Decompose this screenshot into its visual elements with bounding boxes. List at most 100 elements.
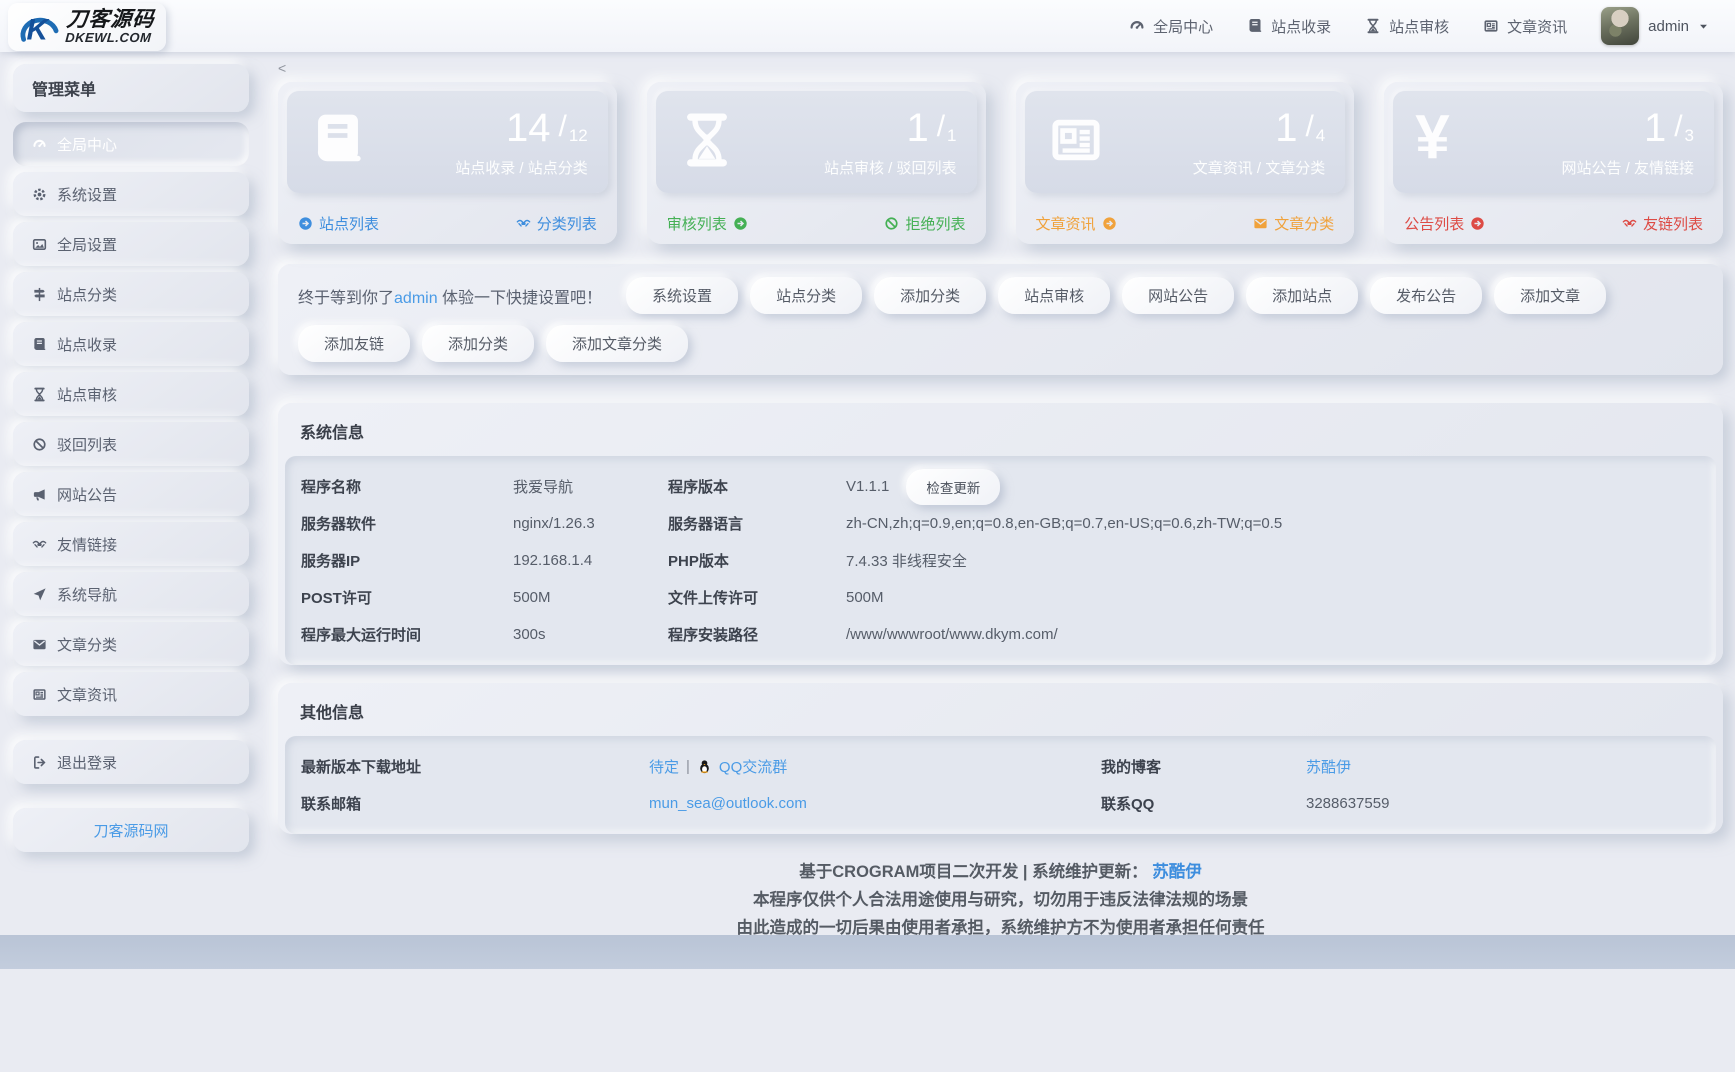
stat-numbers: 1 / 4 文章资讯 / 文章分类 (1193, 108, 1326, 178)
envelope-icon (1253, 216, 1268, 231)
table-row: 最新版本下载地址 待定 | QQ交流群 我的博客 苏酷伊 (301, 748, 1700, 785)
category-list-link[interactable]: 分类列表 (516, 213, 597, 234)
stat-value: 14 (506, 108, 551, 148)
hourglass-icon (32, 387, 47, 402)
footer-line-credit: 基于CROGRAM项目二次开发 | 系统维护更新： 苏酷伊 (278, 858, 1723, 886)
sidebar-item-article-categories[interactable]: 文章分类 (13, 622, 249, 666)
topnav-site-index[interactable]: 站点收录 (1247, 16, 1331, 37)
maintainer-link[interactable]: 苏酷伊 (1152, 863, 1202, 881)
sidebar-item-label: 全局设置 (57, 234, 117, 255)
arrow-circle-right-icon (1470, 216, 1485, 231)
contact-email-link[interactable]: mun_sea@outlook.com (649, 795, 807, 812)
topnav-global-center[interactable]: 全局中心 (1129, 16, 1213, 37)
sidebar-item-site-categories[interactable]: 站点分类 (13, 272, 249, 316)
stat-label: 站点收录 / 站点分类 (455, 157, 588, 178)
qq-group-link[interactable]: QQ交流群 (719, 756, 787, 777)
blog-link[interactable]: 苏酷伊 (1306, 756, 1351, 777)
stat-card-top: 1 / 4 文章资讯 / 文章分类 (1025, 91, 1346, 193)
quick-button-add-article[interactable]: 添加文章 (1494, 277, 1606, 314)
sidebar-site-link[interactable]: 刀客源码网 (13, 808, 249, 852)
welcome-username-link[interactable]: admin (394, 290, 438, 307)
quick-button-add-category[interactable]: 添加分类 (874, 277, 986, 314)
stat-numbers: 1 / 3 网站公告 / 友情链接 (1561, 108, 1694, 178)
site-list-link[interactable]: 站点列表 (298, 213, 379, 234)
stat-card-articles: 1 / 4 文章资讯 / 文章分类 文章资讯 文章分类 (1016, 82, 1355, 244)
friend-link-list-link[interactable]: 友链列表 (1622, 213, 1703, 234)
sidebar-item-logout[interactable]: 退出登录 (13, 740, 249, 784)
sidebar-title: 管理菜单 (13, 64, 249, 112)
app-logo[interactable]: K 刀客源码 DKEWL.COM (8, 3, 166, 51)
table-row: 服务器软件 nginx/1.26.3 服务器语言 zh-CN,zh;q=0.9,… (301, 505, 1700, 542)
quick-button-site-announcements[interactable]: 网站公告 (1122, 277, 1234, 314)
other-info-table: 最新版本下载地址 待定 | QQ交流群 我的博客 苏酷伊 联系邮箱 mun_se… (285, 736, 1716, 834)
sidebar-item-site-announcements[interactable]: 网站公告 (13, 472, 249, 516)
topnav-articles[interactable]: 文章资讯 (1483, 16, 1567, 37)
sidebar-item-rejected-list[interactable]: 驳回列表 (13, 422, 249, 466)
handshake-icon (1622, 216, 1637, 231)
sidebar-item-label: 系统导航 (57, 584, 117, 605)
stat-slash: / (1305, 110, 1313, 144)
sidebar-item-global-settings[interactable]: 全局设置 (13, 222, 249, 266)
announcement-list-link[interactable]: 公告列表 (1404, 213, 1485, 234)
sidebar-item-articles[interactable]: 文章资讯 (13, 672, 249, 716)
bullhorn-icon (32, 487, 47, 502)
quick-button-publish-announcement[interactable]: 发布公告 (1370, 277, 1482, 314)
sidebar-divider (13, 722, 249, 740)
stat-label: 文章资讯 / 文章分类 (1193, 157, 1326, 178)
system-info-title: 系统信息 (278, 403, 1723, 456)
sidebar-item-label: 站点分类 (57, 284, 117, 305)
sidebar-item-friend-links[interactable]: 友情链接 (13, 522, 249, 566)
topnav-site-review[interactable]: 站点审核 (1365, 16, 1449, 37)
article-category-link[interactable]: 文章分类 (1253, 213, 1334, 234)
table-row: 联系邮箱 mun_sea@outlook.com 联系QQ 3288637559 (301, 785, 1700, 822)
quick-button-site-review[interactable]: 站点审核 (998, 277, 1110, 314)
sidebar-item-label: 文章分类 (57, 634, 117, 655)
sidebar-item-label: 网站公告 (57, 484, 117, 505)
location-arrow-icon (32, 587, 47, 602)
rejected-list-link[interactable]: 拒绝列表 (884, 213, 965, 234)
user-menu[interactable]: admin (1601, 7, 1709, 45)
hourglass-icon (678, 111, 736, 169)
sidebar-item-site-index[interactable]: 站点收录 (13, 322, 249, 366)
topnav-label: 站点审核 (1389, 16, 1449, 37)
sidebar-item-label: 站点收录 (57, 334, 117, 355)
stat-total: 4 (1316, 126, 1325, 146)
program-version: V1.1.1 (846, 478, 889, 495)
newspaper-icon (32, 687, 47, 702)
sidebar-collapse-button[interactable]: < (278, 60, 294, 76)
quick-button-add-site[interactable]: 添加站点 (1246, 277, 1358, 314)
stat-card-top: 14 / 12 站点收录 / 站点分类 (287, 91, 608, 193)
arrow-circle-right-icon (1102, 216, 1117, 231)
caret-down-icon (1698, 21, 1709, 32)
sidebar-item-global-center[interactable]: 全局中心 (13, 122, 249, 166)
sidebar-item-system-navigation[interactable]: 系统导航 (13, 572, 249, 616)
gear-icon (32, 187, 47, 202)
check-update-button[interactable]: 检查更新 (906, 469, 1000, 505)
system-info-table: 程序名称 我爱导航 程序版本 V1.1.1 检查更新 服务器软件 nginx/1… (285, 456, 1716, 665)
quick-button-system-settings[interactable]: 系统设置 (626, 277, 738, 314)
topnav-label: 站点收录 (1271, 16, 1331, 37)
logo-text: 刀客源码 DKEWL.COM (65, 9, 155, 45)
ban-icon (32, 437, 47, 452)
review-list-link[interactable]: 审核列表 (667, 213, 748, 234)
sidebar-item-site-review[interactable]: 站点审核 (13, 372, 249, 416)
stat-card-top: ¥ 1 / 3 网站公告 / 友情链接 (1393, 91, 1714, 193)
ban-icon (884, 216, 899, 231)
stat-slash: / (1674, 110, 1682, 144)
quick-button-add-article-category[interactable]: 添加文章分类 (546, 325, 688, 362)
sidebar-item-label: 文章资讯 (57, 684, 117, 705)
quick-button-add-category-2[interactable]: 添加分类 (422, 325, 534, 362)
sidebar-item-label: 退出登录 (57, 752, 117, 773)
sidebar-item-system-settings[interactable]: 系统设置 (13, 172, 249, 216)
admin-dashboard: K 刀客源码 DKEWL.COM 全局中心 站点收录 站点审核 文章资讯 (0, 0, 1735, 1072)
quick-button-site-categories[interactable]: 站点分类 (750, 277, 862, 314)
quick-button-add-friend-link[interactable]: 添加友链 (298, 325, 410, 362)
handshake-icon (516, 216, 531, 231)
map-signs-icon (32, 287, 47, 302)
quick-setup-panel: 终于等到你了admin 体验一下快捷设置吧！ 系统设置 站点分类 添加分类 站点… (278, 264, 1723, 375)
pending-download-link[interactable]: 待定 (649, 756, 679, 777)
article-list-link[interactable]: 文章资讯 (1036, 213, 1117, 234)
other-info-title: 其他信息 (278, 683, 1723, 736)
stat-card-links: 站点列表 分类列表 (278, 202, 617, 244)
app-header: K 刀客源码 DKEWL.COM 全局中心 站点收录 站点审核 文章资讯 (0, 0, 1735, 52)
